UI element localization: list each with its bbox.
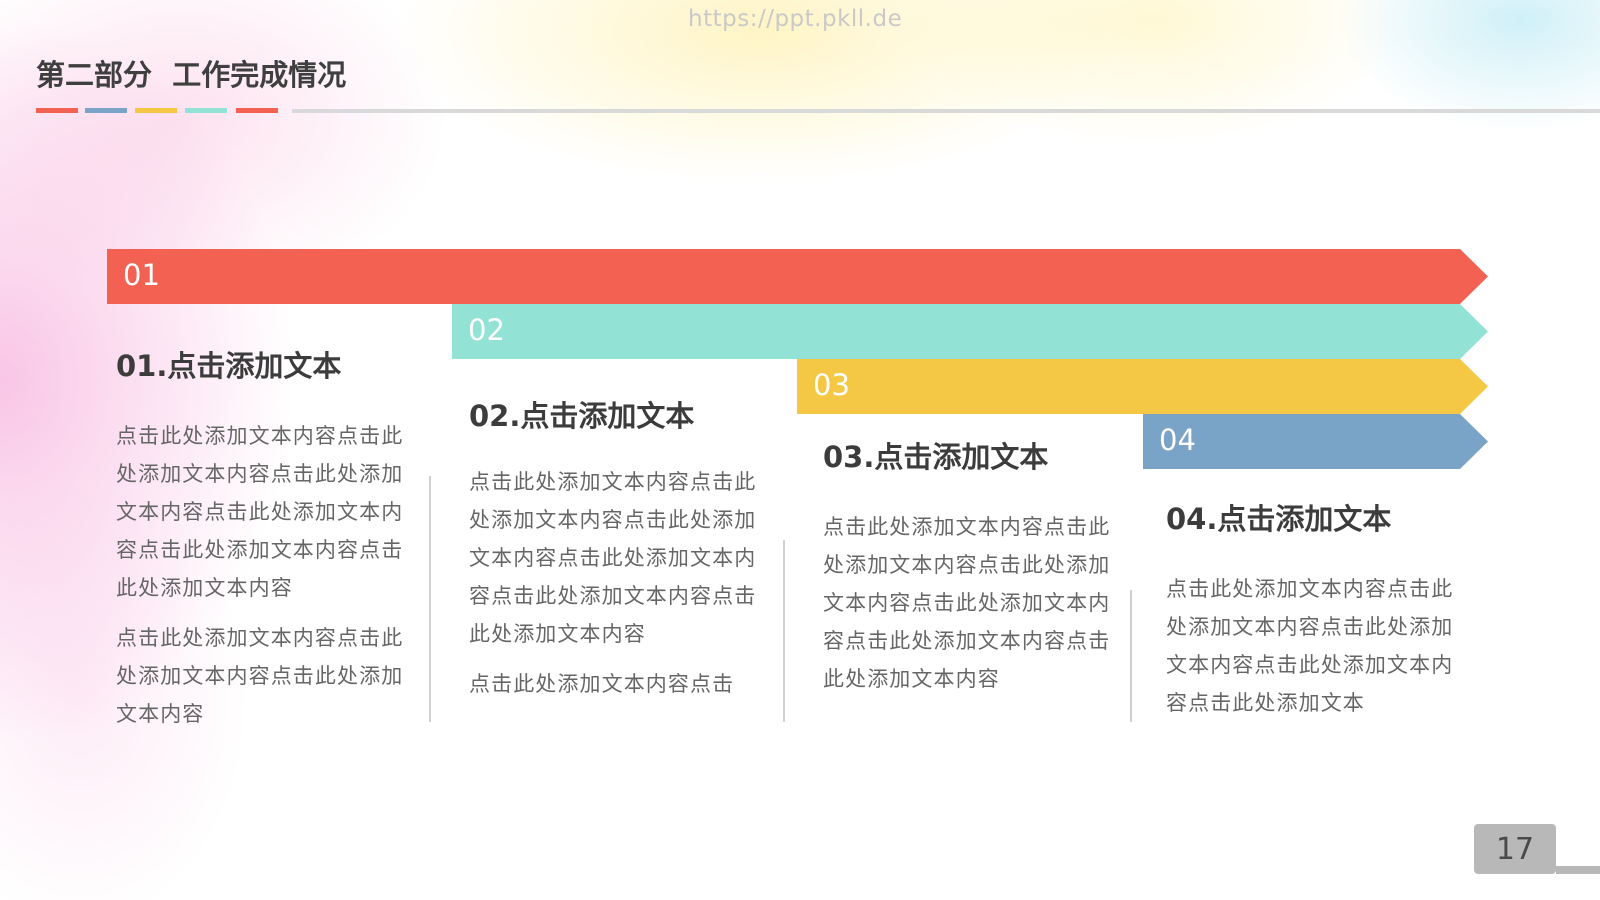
- content-column-1: 01.点击添加文本 点击此处添加文本内容点击此处添加文本内容点击此处添加文本内容…: [116, 343, 411, 733]
- slide-title[interactable]: 第二部分 工作完成情况: [36, 52, 346, 94]
- step-arrow-04[interactable]: 04: [1143, 414, 1488, 469]
- step-arrow-01[interactable]: 01: [107, 249, 1488, 304]
- step-arrow-number: 04: [1159, 423, 1196, 457]
- title-underline-segment-1: [36, 108, 78, 113]
- content-column-3: 03.点击添加文本 点击此处添加文本内容点击此处添加文本内容点击此处添加文本内容…: [823, 434, 1118, 698]
- title-underline-segment-4: [185, 108, 227, 113]
- column-paragraph[interactable]: 点击此处添加文本内容点击: [469, 665, 764, 703]
- step-arrow-02[interactable]: 02: [452, 304, 1488, 359]
- column-paragraph[interactable]: 点击此处添加文本内容点击此处添加文本内容点击此处添加文本内容点击此处添加文本内容…: [469, 463, 764, 653]
- column-heading[interactable]: 02.点击添加文本: [469, 393, 764, 435]
- column-divider: [429, 476, 431, 722]
- column-heading[interactable]: 04.点击添加文本: [1166, 496, 1461, 538]
- title-underline-segment-2: [85, 108, 127, 113]
- column-paragraph[interactable]: 点击此处添加文本内容点击此处添加文本内容点击此处添加文本内容点击此处添加文本内容…: [1166, 570, 1461, 722]
- page-number-tail: [1556, 866, 1600, 874]
- content-column-2: 02.点击添加文本 点击此处添加文本内容点击此处添加文本内容点击此处添加文本内容…: [469, 393, 764, 703]
- step-arrow-number: 02: [468, 313, 505, 347]
- column-heading[interactable]: 01.点击添加文本: [116, 343, 411, 385]
- column-divider: [783, 540, 785, 722]
- column-paragraph[interactable]: 点击此处添加文本内容点击此处添加文本内容点击此处添加文本内容: [116, 619, 411, 733]
- title-underline: [36, 108, 1600, 114]
- title-underline-rule: [292, 109, 1600, 113]
- title-underline-segment-3: [135, 108, 177, 113]
- title-underline-segment-5: [236, 108, 278, 113]
- step-arrow-number: 03: [813, 368, 850, 402]
- column-heading[interactable]: 03.点击添加文本: [823, 434, 1118, 476]
- column-divider: [1130, 590, 1132, 722]
- page-number: 17: [1474, 824, 1556, 874]
- watermark-url: https://ppt.pkll.de: [688, 6, 903, 32]
- step-arrow-03[interactable]: 03: [797, 359, 1488, 414]
- content-column-4: 04.点击添加文本 点击此处添加文本内容点击此处添加文本内容点击此处添加文本内容…: [1166, 496, 1461, 722]
- column-paragraph[interactable]: 点击此处添加文本内容点击此处添加文本内容点击此处添加文本内容点击此处添加文本内容…: [116, 417, 411, 607]
- column-paragraph[interactable]: 点击此处添加文本内容点击此处添加文本内容点击此处添加文本内容点击此处添加文本内容…: [823, 508, 1118, 698]
- step-arrow-number: 01: [123, 258, 160, 292]
